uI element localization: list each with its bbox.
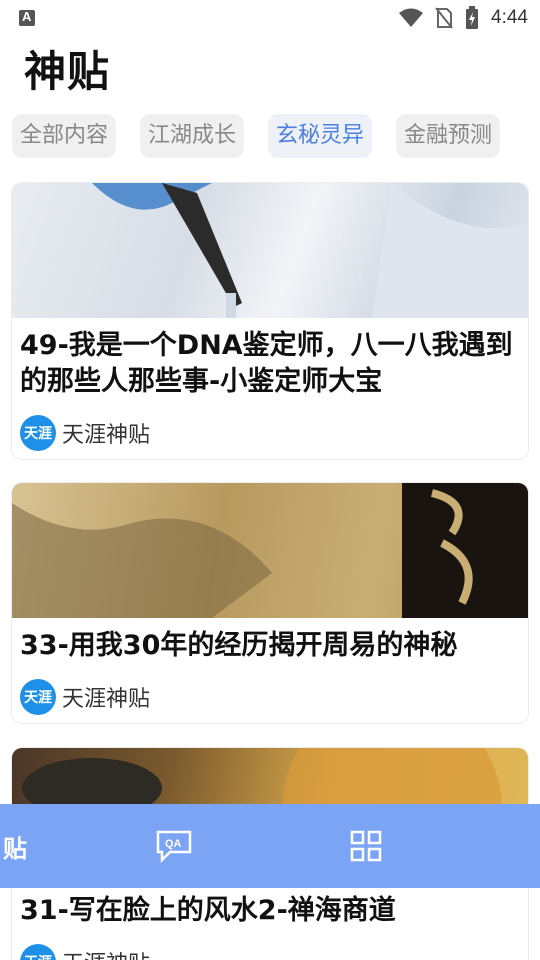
post-card[interactable]: 49-我是一个DNA鉴定师，八一八我遇到的那些人那些事-小鉴定师大宝 天涯 天涯… xyxy=(12,183,528,459)
status-time: 4:44 xyxy=(491,7,528,28)
tab-finance-forecast[interactable]: 金融预测 xyxy=(396,114,501,158)
nav-home-tab[interactable]: 贴 xyxy=(0,826,30,866)
post-title[interactable]: 33-用我30年的经历揭开周易的神秘 xyxy=(12,618,528,664)
wifi-icon xyxy=(399,8,424,27)
battery-charging-icon xyxy=(466,6,479,29)
tianya-logo: 天涯 xyxy=(20,944,56,960)
tab-all-content[interactable]: 全部内容 xyxy=(12,114,117,158)
ink-painting-illustration xyxy=(12,483,528,618)
no-sim-icon xyxy=(435,7,453,29)
post-title[interactable]: 49-我是一个DNA鉴定师，八一八我遇到的那些人那些事-小鉴定师大宝 xyxy=(12,318,528,400)
tab-jianghu-growth[interactable]: 江湖成长 xyxy=(140,114,245,158)
post-thumbnail xyxy=(12,183,528,318)
source-name: 天涯神贴 xyxy=(62,946,150,960)
post-title[interactable]: 31-写在脸上的风水2-禅海商道 xyxy=(12,883,528,929)
lab-pipette-illustration xyxy=(92,183,528,318)
source-name: 天涯神贴 xyxy=(62,687,151,712)
qa-chat-icon[interactable]: QA xyxy=(154,826,194,866)
svg-text:QA: QA xyxy=(165,838,182,850)
grid-icon[interactable] xyxy=(348,826,384,866)
bottom-navigation: 贴 QA xyxy=(0,804,540,888)
post-card[interactable]: 33-用我30年的经历揭开周易的神秘 天涯 天涯神贴 xyxy=(12,483,528,723)
page-title: 神贴 xyxy=(24,47,111,96)
category-tabs: 全部内容 江湖成长 玄秘灵异 金融预测 xyxy=(12,114,501,158)
app-notification-icon xyxy=(19,9,35,26)
post-source: 天涯 天涯神贴 xyxy=(20,944,150,960)
status-bar: 4:44 xyxy=(0,0,540,36)
tab-mystic-supernatural[interactable]: 玄秘灵异 xyxy=(268,114,373,158)
tianya-logo: 天涯 xyxy=(20,679,56,715)
post-source: 天涯 天涯神贴 xyxy=(20,679,150,715)
source-name: 天涯神贴 xyxy=(62,423,151,448)
post-source: 天涯 天涯神贴 xyxy=(20,415,150,451)
post-thumbnail xyxy=(12,483,528,618)
tianya-logo: 天涯 xyxy=(20,415,56,451)
